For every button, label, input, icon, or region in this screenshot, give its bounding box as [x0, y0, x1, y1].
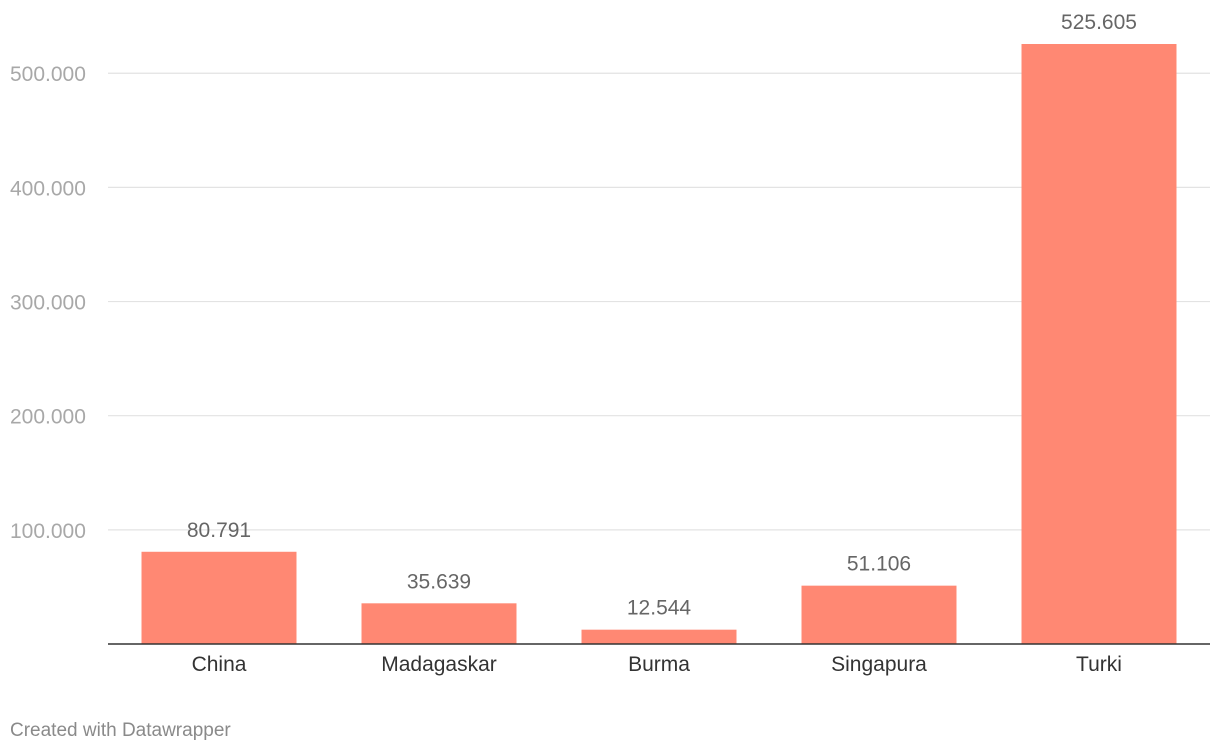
x-tick-label: Turki	[1076, 653, 1122, 676]
value-label: 80.791	[187, 519, 251, 542]
value-label: 35.639	[407, 570, 471, 593]
x-tick-label: Burma	[628, 653, 690, 676]
y-axis-ticks: 100.000 200.000 300.000 400.000 500.000	[10, 63, 86, 543]
bar-burma	[581, 629, 737, 644]
bar-chart: 100.000 200.000 300.000 400.000 500.000 80.7…	[10, 11, 1210, 676]
value-label: 51.106	[847, 553, 911, 576]
value-label: 12.544	[627, 597, 692, 620]
value-label: 525.605	[1061, 11, 1137, 34]
x-tick-label: China	[192, 653, 247, 676]
bars	[141, 44, 1177, 644]
bar-turki	[1021, 44, 1177, 644]
credit-text: Created with Datawrapper	[10, 720, 231, 741]
y-tick-label: 400.000	[10, 177, 86, 200]
y-tick-label: 300.000	[10, 292, 86, 315]
x-tick-label: Madagaskar	[381, 653, 497, 676]
y-tick-label: 100.000	[10, 520, 86, 543]
bar-singapura	[801, 585, 957, 644]
bar-china	[141, 551, 297, 644]
x-tick-label: Singapura	[831, 653, 927, 676]
bar-madagaskar	[361, 603, 517, 644]
y-tick-label: 200.000	[10, 406, 86, 429]
y-tick-label: 500.000	[10, 63, 86, 86]
x-axis-ticks: China Madagaskar Burma Singapura Turki	[192, 653, 1122, 676]
value-labels: 80.791 35.639 12.544 51.106 525.605	[187, 11, 1137, 620]
